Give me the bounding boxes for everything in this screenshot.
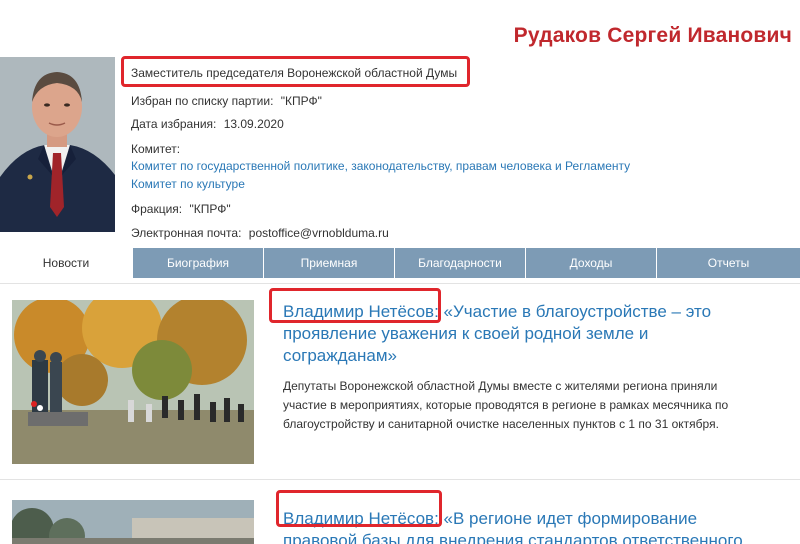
tab-biography[interactable]: Биография: [132, 248, 263, 278]
email-value: postoffice@vrnoblduma.ru: [248, 226, 389, 240]
tab-reception[interactable]: Приемная: [263, 248, 394, 278]
tab-gratitude[interactable]: Благодарности: [394, 248, 525, 278]
party-label: Избран по списку партии:: [131, 94, 274, 108]
email-label: Электронная почта:: [131, 226, 242, 240]
party-value: "КПРФ": [280, 94, 322, 108]
committee-link-legislation[interactable]: Комитет по государственной политике, зак…: [131, 159, 630, 173]
election-row: Дата избрания: 13.09.2020: [131, 117, 284, 131]
position-text: Заместитель председателя Воронежской обл…: [131, 66, 458, 80]
faction-value: "КПРФ": [189, 202, 231, 216]
email-row: Электронная почта: postoffice@vrnoblduma…: [131, 226, 389, 240]
tab-income[interactable]: Доходы: [525, 248, 656, 278]
faction-label: Фракция:: [131, 202, 183, 216]
deputy-name: Рудаков Сергей Иванович: [513, 24, 792, 47]
news-text-1: Депутаты Воронежской областной Думы вмес…: [283, 379, 729, 431]
committee-label: Комитет:: [131, 142, 181, 156]
election-label: Дата избрания:: [131, 117, 217, 131]
position-row: Заместитель председателя Воронежской обл…: [131, 66, 457, 80]
news-thumbnail[interactable]: [12, 300, 254, 464]
party-row: Избран по списку партии: "КПРФ": [131, 94, 322, 108]
tab-reports[interactable]: Отчеты: [656, 248, 800, 278]
divider: [0, 283, 800, 284]
news-title-1[interactable]: Владимир Нетёсов: «Участие в благоустрой…: [283, 301, 763, 367]
election-value: 13.09.2020: [223, 117, 284, 131]
faction-row: Фракция: "КПРФ": [131, 202, 231, 216]
divider: [0, 479, 800, 480]
tab-news[interactable]: Новости: [0, 248, 132, 278]
news-title-2[interactable]: Владимир Нетёсов: «В регионе идет формир…: [283, 508, 763, 544]
deputy-photo: [0, 57, 115, 232]
news-thumbnail[interactable]: [12, 500, 254, 544]
committee-link-culture[interactable]: Комитет по культуре: [131, 177, 245, 191]
profile-tabs: Новости Биография Приемная Благодарности…: [0, 248, 800, 278]
